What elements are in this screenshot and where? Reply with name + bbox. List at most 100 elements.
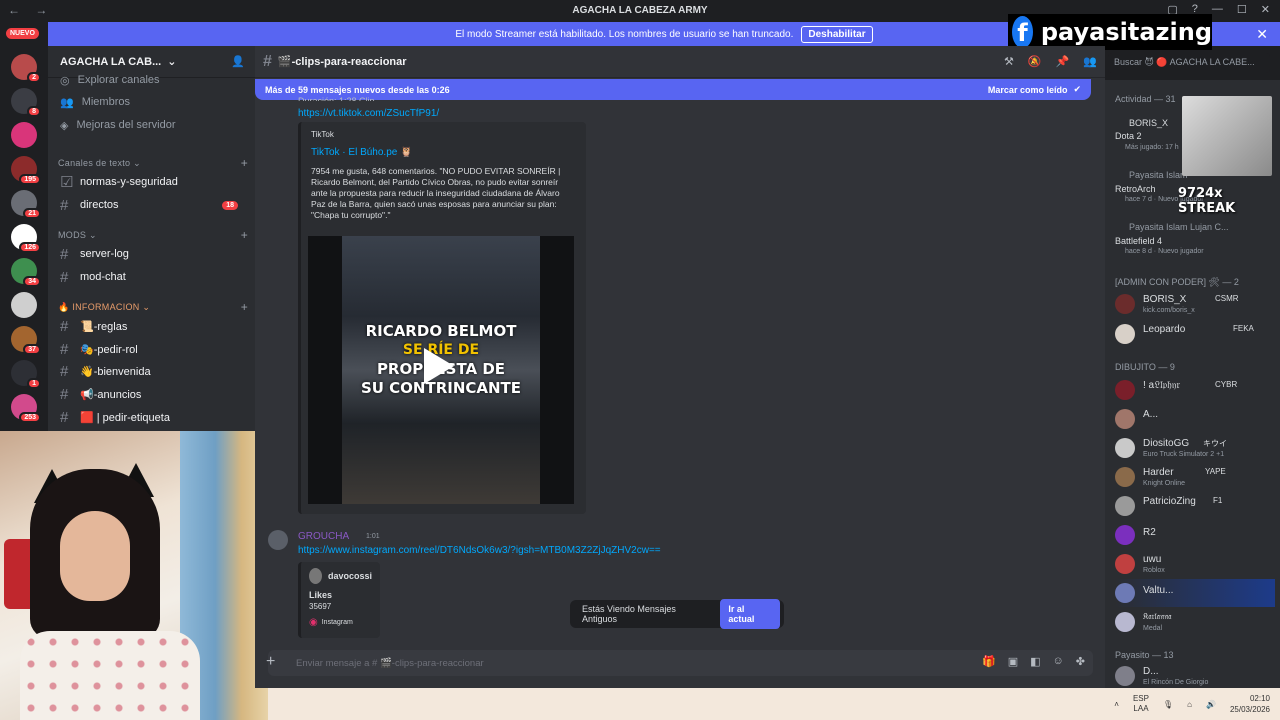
disable-streamer-button[interactable]: Deshabilitar — [801, 25, 873, 43]
network-icon[interactable]: ⌂ — [1187, 700, 1192, 709]
channel-bienvenida[interactable]: # 👋-bienvenida — [56, 361, 248, 381]
channel-anuncios[interactable]: # 📢-anuncios — [56, 384, 248, 404]
channel-normas[interactable]: ☑ normas-y-seguridad — [56, 172, 248, 192]
server-icon[interactable]: 195 — [11, 156, 41, 185]
new-messages-bar[interactable]: Más de 59 mensajes nuevos desde las 0:26… — [255, 79, 1091, 100]
member-name: Payasita Islam Lujan C... — [1129, 222, 1229, 232]
server-icon[interactable]: 8 — [11, 88, 41, 117]
mic-icon[interactable]: 🎙 — [1163, 700, 1173, 709]
member-name: BORIS_X — [1129, 118, 1169, 128]
gift-icon[interactable]: 🎁 — [982, 655, 996, 668]
member-name: A... — [1143, 409, 1159, 420]
mark-read-button[interactable]: Marcar como leído — [988, 85, 1068, 95]
member-item[interactable]: ! a𝔏𝔩𝔭𝔥𝔶𝔯 CYBR — [1115, 376, 1275, 404]
server-icon[interactable] — [11, 292, 37, 318]
member-item[interactable]: BORIS_X CSMR kick.com/boris_x — [1115, 290, 1275, 318]
category-mods[interactable]: MODS ⌄ + — [58, 228, 248, 242]
member-name: Harder — [1143, 467, 1174, 478]
message-input[interactable]: + Enviar mensaje a # 🎬-clips-para-reacci… — [266, 650, 1093, 676]
close-window-icon[interactable]: ✕ — [1261, 3, 1270, 16]
member-item[interactable]: Leopardo FEKA — [1115, 320, 1275, 348]
channel-server-log[interactable]: # server-log — [56, 244, 248, 264]
ig-author[interactable]: davocossi — [328, 571, 372, 581]
close-icon[interactable]: ✕ — [1256, 26, 1268, 43]
embed-title[interactable]: TikTok · El Búho.pe 🦉 — [311, 147, 576, 158]
category-info[interactable]: 🔥 INFORMACION ⌄ + — [58, 300, 248, 314]
server-icon[interactable]: 1 — [11, 360, 41, 389]
lang-indicator[interactable]: ESP LAA — [1133, 694, 1149, 714]
server-icon[interactable]: 34 — [11, 258, 41, 287]
member-item[interactable]: 𝔎𝔞𝔯𝔩𝔞𝔫𝔫𝔞 Medal — [1115, 608, 1275, 636]
member-name: Valtu... — [1143, 585, 1174, 596]
channel-directos[interactable]: # directos 18 — [56, 195, 248, 215]
member-item[interactable]: Harder YAPE Knight Online — [1115, 463, 1275, 491]
search-input[interactable]: Buscar 😈 🔴 AGACHA LA CABE... — [1108, 53, 1270, 73]
hash-icon: # — [60, 317, 69, 335]
sidebar-item-boosts[interactable]: ◈ Mejoras del servidor — [56, 115, 248, 135]
jump-to-present-button[interactable]: Ir al actual — [720, 599, 780, 629]
server-badge: 37 — [23, 344, 41, 355]
server-icon[interactable] — [11, 122, 37, 148]
mute-bell-icon[interactable]: 🔕 — [1028, 55, 1042, 68]
tiktok-link[interactable]: https://vt.tiktok.com/ZSucTfP91/ — [298, 108, 439, 119]
webcam-overlay — [0, 431, 268, 720]
add-channel-icon[interactable]: + — [241, 300, 248, 314]
play-icon[interactable] — [424, 348, 454, 384]
server-badge: 126 — [19, 242, 41, 253]
member-list-icon[interactable]: 👥 — [1083, 55, 1097, 68]
member-name: Leopardo — [1143, 324, 1186, 335]
sidebar-item-members[interactable]: 👥 Miembros — [56, 92, 248, 112]
member-status: Roblox — [1143, 567, 1165, 574]
facebook-icon: f — [1012, 16, 1033, 48]
emoji-icon[interactable]: ☺ — [1053, 655, 1064, 668]
member-item[interactable]: PatricioZing F1 — [1115, 492, 1275, 520]
instagram-link[interactable]: https://www.instagram.com/reel/DT6NdsOk6… — [298, 545, 661, 556]
dibujito-header: DIBUJITO — 9 — [1115, 362, 1175, 372]
tray-chevron-icon[interactable]: ˄ — [1114, 700, 1119, 709]
threads-icon[interactable]: ⚒ — [1004, 55, 1014, 68]
category-text-channels[interactable]: Canales de texto ⌄ + — [58, 156, 248, 170]
channel-reglas[interactable]: # 📜-reglas — [56, 316, 248, 336]
server-name: AGACHA LA CAB... — [60, 55, 162, 68]
activity-item[interactable]: Payasita Islam Lujan C... Battlefield 4 ha… — [1115, 220, 1275, 255]
server-icon[interactable]: 21 — [11, 190, 41, 219]
minimize-icon[interactable]: — — [1212, 3, 1223, 16]
pin-icon[interactable]: 📌 — [1056, 55, 1070, 68]
ig-likes: 35697 — [309, 602, 332, 611]
message-author[interactable]: GROUCHA — [298, 531, 349, 542]
member-item[interactable]: R2 — [1115, 521, 1275, 549]
member-item[interactable]: D... El Rincón De Giorgio — [1115, 662, 1275, 690]
server-icon[interactable]: 126 — [11, 224, 41, 253]
server-icon[interactable]: 253 — [11, 394, 41, 423]
member-item[interactable]: DiositoGG キウイ Euro Truck Simulator 2 +1 — [1115, 434, 1275, 462]
server-icon[interactable]: 37 — [11, 326, 41, 355]
sticker-icon[interactable]: ◧ — [1030, 655, 1040, 668]
add-channel-icon[interactable]: + — [241, 156, 248, 170]
server-icon[interactable]: 2 — [11, 54, 41, 83]
member-item[interactable]: Valtu... — [1115, 579, 1275, 607]
cat-overlay-image — [1182, 96, 1272, 176]
mark-read-icon[interactable]: ✔ — [1073, 84, 1081, 95]
member-item[interactable]: A... — [1115, 405, 1275, 433]
video-player[interactable]: RICARDO BELMOT SE RÍE DE PROPUESTA DE SU… — [308, 236, 574, 504]
volume-icon[interactable]: 🔊 — [1206, 700, 1216, 709]
maximize-icon[interactable]: ☐ — [1237, 3, 1247, 16]
sidebar-item-explore[interactable]: ◎ Explorar canales — [56, 70, 248, 90]
channel-pedir-etiqueta[interactable]: # 🟥 | pedir-etiqueta — [56, 407, 248, 427]
channel-label: 👋-bienvenida — [80, 365, 151, 378]
apps-icon[interactable]: ✤ — [1076, 655, 1085, 668]
avatar[interactable] — [268, 530, 288, 550]
clock[interactable]: 02:10 25/03/2026 — [1230, 693, 1270, 715]
gif-icon[interactable]: ▣ — [1008, 655, 1018, 668]
member-item[interactable]: uwu Roblox — [1115, 550, 1275, 578]
add-channel-icon[interactable]: + — [241, 228, 248, 242]
ig-author-row: davocossi — [309, 568, 372, 584]
channel-pedir-rol[interactable]: # 🎭-pedir-rol — [56, 339, 248, 359]
add-member-icon[interactable]: 👤 — [231, 55, 245, 68]
add-attachment-icon[interactable]: + — [266, 653, 275, 671]
new-badge: NUEVO — [6, 28, 39, 39]
clock-time: 02:10 — [1249, 694, 1270, 703]
sidebar-item-label: Explorar canales — [77, 74, 160, 86]
channel-mod-chat[interactable]: # mod-chat — [56, 267, 248, 287]
ig-provider-row: ◉ Instagram — [309, 617, 372, 628]
